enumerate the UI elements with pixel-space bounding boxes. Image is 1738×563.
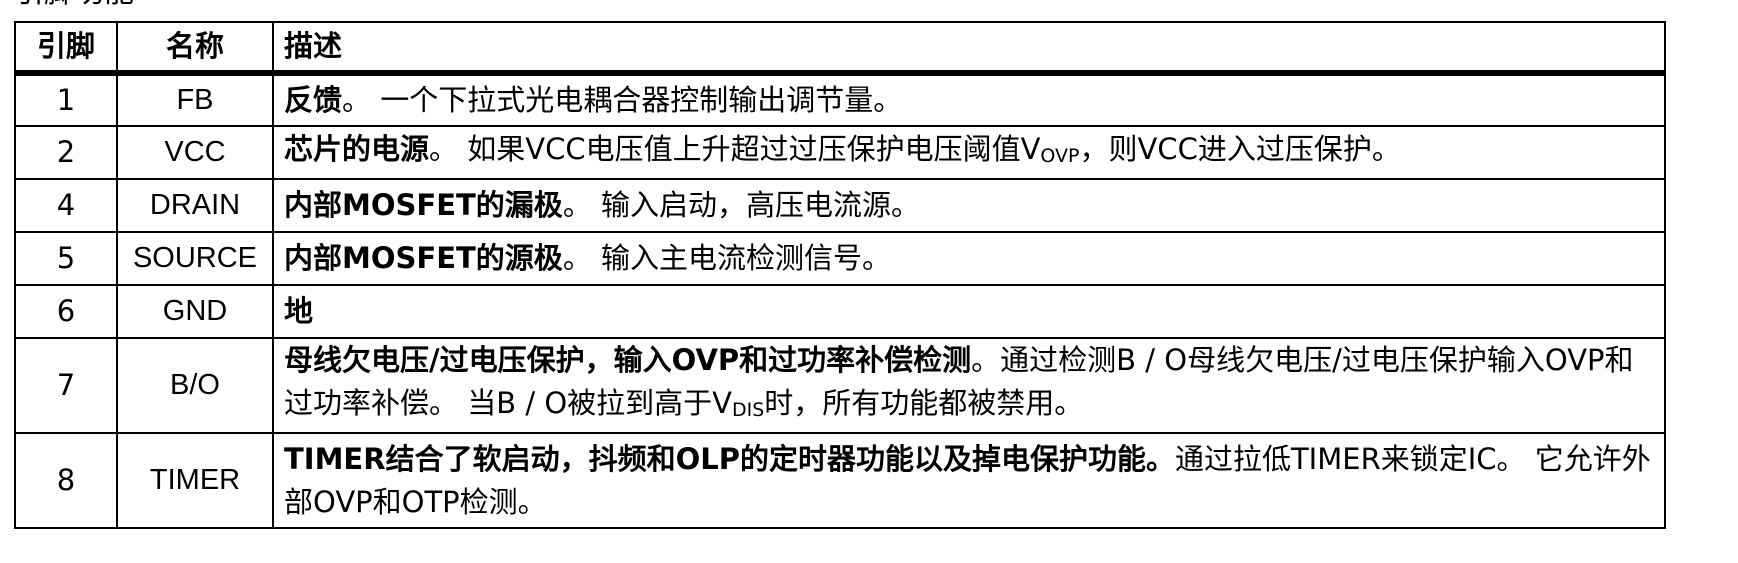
pin-description: 地 [272,284,1666,339]
description-bold: 内部MOSFET的漏极 [284,188,563,222]
description-text: 。 输入启动，高压电流源。 [562,188,921,222]
pin-name: TIMER [116,432,274,529]
pin-number: 6 [14,284,118,339]
pin-description: 反馈。 一个下拉式光电耦合器控制输出调节量。 [272,72,1666,127]
pin-name: GND [116,284,274,339]
description-text: 。 如果VCC电压值上升超过过压保护电压阈值V [429,131,1041,166]
pin-name: FB [116,72,274,127]
pin-name: VCC [116,125,274,180]
description-bold: TIMER结合了软启动，抖频和OLP的定时器功能以及掉电保护功能。 [284,441,1175,476]
pin-description: 母线欠电压/过电压保护，输入OVP和过功率补偿检测。通过检测B / O母线欠电压… [272,337,1666,434]
table-row: 5 SOURCE 内部MOSFET的源极。 输入主电流检测信号。 [14,231,1666,286]
description-bold: 地 [284,294,314,328]
header-pin: 引脚 [14,21,118,76]
pin-description: TIMER结合了软启动，抖频和OLP的定时器功能以及掉电保护功能。通过拉低TIM… [272,432,1666,529]
description-bold: 母线欠电压/过电压保护，输入OVP和过功率补偿检测 [284,343,972,377]
description-text: 。 一个下拉式光电耦合器控制输出调节量。 [342,83,903,117]
pin-description: 内部MOSFET的漏极。 输入启动，高压电流源。 [272,178,1666,233]
description-text: 。 输入主电流检测信号。 [562,241,892,275]
header-description: 描述 [272,21,1666,76]
pin-number: 5 [14,231,118,286]
description-text: ，则VCC进入过压保护。 [1079,131,1401,166]
table-row: 7 B/O 母线欠电压/过电压保护，输入OVP和过功率补偿检测。通过检测B / … [14,337,1666,434]
section-title: 引脚功能 [14,0,134,8]
pin-name: B/O [116,337,274,434]
subscript: OVP [1040,144,1080,167]
pin-number: 8 [14,432,118,529]
header-name: 名称 [116,21,274,76]
table-row: 1 FB 反馈。 一个下拉式光电耦合器控制输出调节量。 [14,72,1666,127]
description-bold: 内部MOSFET的源极 [284,241,563,275]
pin-number: 1 [14,72,118,127]
description-text: 时，所有功能都被禁用。 [764,386,1084,420]
description-bold: 反馈 [284,83,343,117]
table-row: 4 DRAIN 内部MOSFET的漏极。 输入启动，高压电流源。 [14,178,1666,233]
pin-name: DRAIN [116,178,274,233]
pin-number: 4 [14,178,118,233]
table-header-row: 引脚 名称 描述 [14,21,1666,76]
pin-function-table: 引脚 名称 描述 1 FB 反馈。 一个下拉式光电耦合器控制输出调节量。 2 V… [14,21,1666,529]
pin-name: SOURCE [116,231,274,286]
pin-description: 内部MOSFET的源极。 输入主电流检测信号。 [272,231,1666,286]
pin-number: 2 [14,125,118,180]
description-bold: 芯片的电源 [284,131,430,166]
table-row: 2 VCC 芯片的电源。 如果VCC电压值上升超过过压保护电压阈值VOVP，则V… [14,125,1666,180]
pin-description: 芯片的电源。 如果VCC电压值上升超过过压保护电压阈值VOVP，则VCC进入过压… [272,125,1666,180]
table-row: 6 GND 地 [14,284,1666,339]
table-row: 8 TIMER TIMER结合了软启动，抖频和OLP的定时器功能以及掉电保护功能… [14,432,1666,529]
pin-number: 7 [14,337,118,434]
subscript: DIS [732,399,765,421]
